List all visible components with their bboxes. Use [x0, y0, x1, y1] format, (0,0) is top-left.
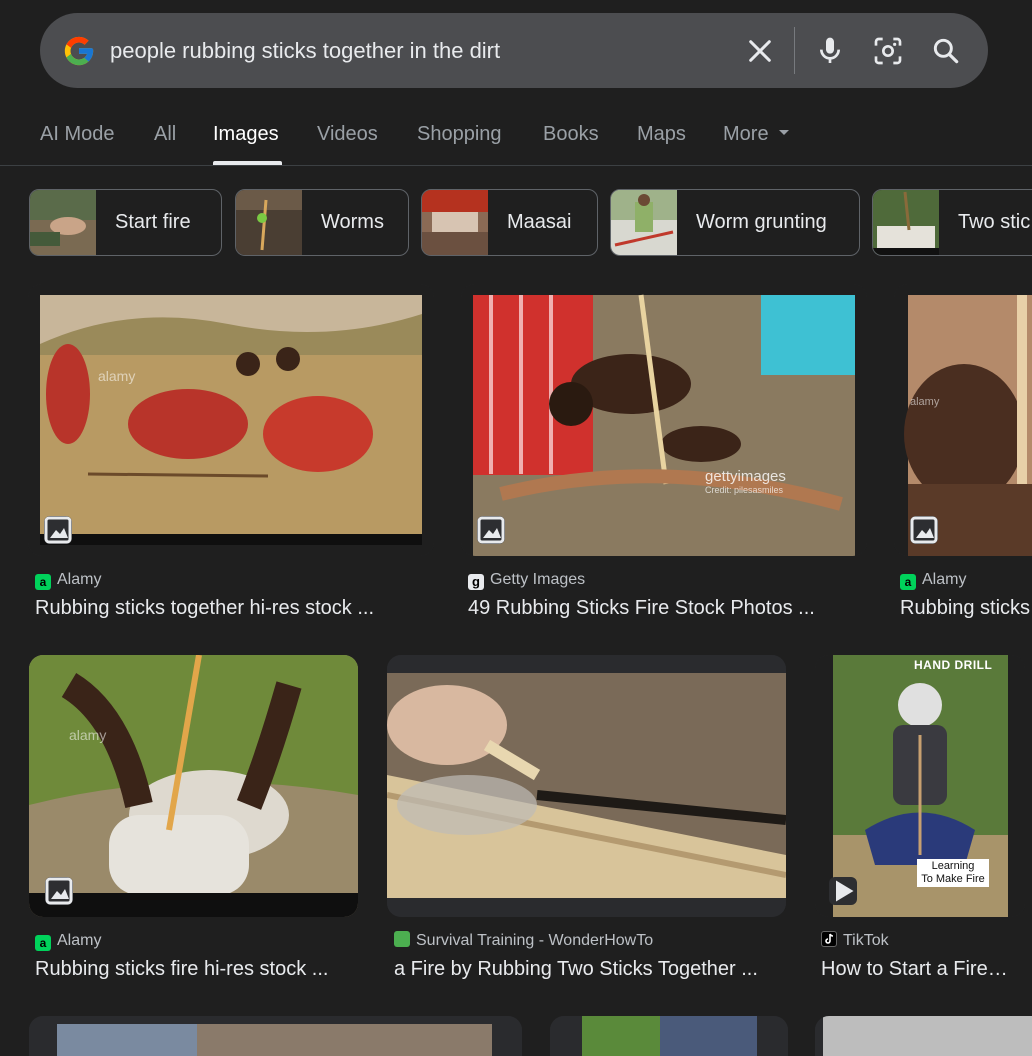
search-divider — [794, 27, 795, 74]
chip-two-sticks[interactable]: Two stic — [872, 189, 1032, 256]
result-title[interactable]: 49 Rubbing Sticks Fire Stock Photos ... — [468, 594, 863, 622]
result-source[interactable]: a Alamy — [35, 569, 101, 591]
video-caption-line-1: Learning — [931, 860, 975, 872]
search-input[interactable]: people rubbing sticks together in the di… — [110, 13, 500, 88]
result-image-3[interactable]: alamy — [894, 284, 1032, 556]
alamy-icon: a — [900, 574, 916, 590]
image-badge — [44, 516, 72, 544]
result-image-8[interactable] — [550, 1016, 788, 1056]
result-title[interactable]: Rubbing sticks fire hi-res stock ... — [35, 955, 365, 983]
result-image-1[interactable]: alamy — [28, 284, 434, 556]
watermark: gettyimages — [705, 468, 786, 485]
video-overlay-title: HAND DRILL — [914, 658, 993, 672]
result-source-label: Survival Training - WonderHowTo — [416, 932, 654, 949]
result-title[interactable]: Rubbing sticks together hi-res stock ... — [35, 594, 430, 622]
tabs-divider — [0, 165, 1032, 166]
result-source[interactable]: a Alamy — [900, 569, 966, 591]
result-source-label: Alamy — [57, 571, 102, 588]
tab-videos[interactable]: Videos — [317, 110, 378, 166]
watermark: alamy — [98, 368, 136, 384]
search-bar[interactable]: people rubbing sticks together in the di… — [40, 13, 988, 88]
tab-maps[interactable]: Maps — [637, 110, 686, 166]
result-source[interactable]: a Alamy — [35, 930, 101, 952]
image-icon — [910, 516, 938, 544]
video-overlay-caption: Learning To Make Fire — [917, 859, 989, 887]
watermark: alamy — [69, 727, 107, 743]
chip-worm-grunting[interactable]: Worm grunting — [610, 189, 860, 256]
result-title[interactable]: How to Start a Fire… — [821, 955, 1026, 983]
play-icon — [836, 880, 854, 902]
result-image-7[interactable] — [29, 1016, 522, 1056]
lens-icon[interactable] — [872, 35, 904, 67]
chip-thumbnail — [236, 190, 302, 255]
result-source-label: Alamy — [922, 571, 967, 588]
image-icon — [477, 516, 505, 544]
chip-thumbnail — [422, 190, 488, 255]
getty-images-icon: g — [468, 574, 484, 590]
result-thumbnail — [387, 655, 786, 917]
result-thumbnail — [815, 1016, 1032, 1056]
chip-maasai[interactable]: Maasai — [421, 189, 598, 256]
tab-shopping[interactable]: Shopping — [417, 110, 502, 166]
result-image-2[interactable]: gettyimages Credit: pilesasmiles — [461, 284, 867, 556]
chip-thumbnail — [611, 190, 677, 255]
result-thumbnail — [29, 655, 358, 917]
watermark-credit: Credit: pilesasmiles — [705, 485, 784, 495]
result-source-label: Alamy — [57, 932, 102, 949]
alamy-icon: a — [35, 574, 51, 590]
chip-worms[interactable]: Worms — [235, 189, 409, 256]
result-image-9[interactable] — [815, 1016, 1032, 1056]
alamy-icon: a — [35, 935, 51, 951]
chip-label: Worm grunting — [696, 211, 827, 233]
tiktok-icon — [821, 931, 837, 947]
result-title[interactable]: Rubbing sticks — [900, 594, 1032, 622]
image-icon — [45, 877, 73, 905]
chip-label: Two stic — [958, 211, 1031, 233]
tab-more[interactable]: More — [723, 110, 789, 166]
chip-thumbnail — [873, 190, 939, 255]
chevron-down-icon — [778, 130, 789, 136]
chip-label: Worms — [321, 211, 384, 233]
image-badge — [45, 877, 73, 905]
result-title[interactable]: a Fire by Rubbing Two Sticks Together ..… — [394, 955, 786, 983]
tab-books[interactable]: Books — [543, 110, 599, 166]
tab-more-label: More — [723, 123, 769, 145]
result-image-5[interactable] — [387, 655, 786, 917]
result-thumbnail — [29, 1016, 522, 1056]
tab-all[interactable]: All — [154, 110, 176, 166]
chip-label: Maasai — [507, 211, 572, 233]
result-source[interactable]: g Getty Images — [468, 569, 585, 591]
video-caption-line-2: To Make Fire — [921, 873, 985, 885]
tab-images[interactable]: Images — [213, 110, 279, 166]
microphone-icon[interactable] — [814, 35, 846, 67]
watermark: alamy — [910, 396, 940, 408]
result-source-label: Getty Images — [490, 571, 586, 588]
clear-icon[interactable] — [744, 35, 776, 67]
image-badge — [477, 516, 505, 544]
result-source[interactable]: Survival Training - WonderHowTo — [394, 930, 653, 952]
image-icon — [44, 516, 72, 544]
result-image-4[interactable]: alamy — [29, 655, 358, 917]
chip-label: Start fire — [115, 211, 191, 233]
chip-thumbnail — [30, 190, 96, 255]
chip-start-fire[interactable]: Start fire — [29, 189, 222, 256]
result-video-6[interactable]: HAND DRILL Learning To Make Fire — [815, 655, 1025, 917]
image-badge — [910, 516, 938, 544]
search-icon[interactable] — [930, 35, 962, 67]
wonderhowto-icon — [394, 931, 410, 947]
result-source-label: TikTok — [843, 932, 889, 949]
result-thumbnail — [28, 284, 434, 556]
result-thumbnail — [461, 284, 867, 556]
result-thumbnail — [550, 1016, 788, 1056]
search-tabs: AI Mode All Images Videos Shopping Books… — [0, 110, 1032, 166]
video-badge — [829, 877, 857, 905]
tab-ai-mode[interactable]: AI Mode — [40, 110, 114, 166]
result-source[interactable]: TikTok — [821, 930, 889, 952]
google-g-icon — [64, 36, 94, 66]
